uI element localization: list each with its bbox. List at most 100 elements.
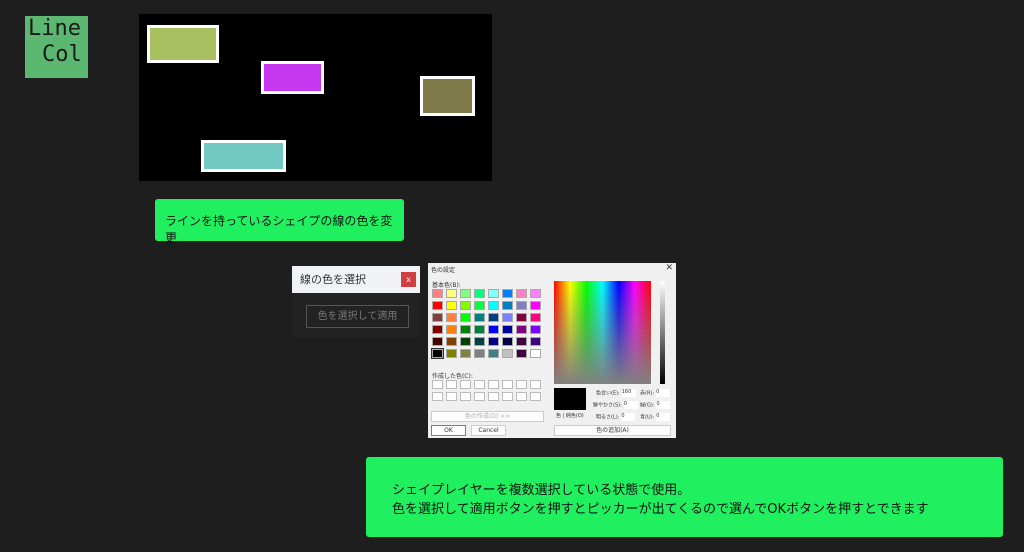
basic-color-swatch[interactable] bbox=[432, 325, 443, 334]
custom-color-swatch[interactable] bbox=[502, 380, 513, 389]
close-icon[interactable]: ✕ bbox=[665, 263, 673, 273]
basic-color-swatch[interactable] bbox=[446, 289, 457, 298]
blue-input[interactable]: 0 bbox=[656, 413, 671, 421]
custom-color-swatch[interactable] bbox=[516, 392, 527, 401]
basic-color-swatch[interactable] bbox=[516, 325, 527, 334]
basic-color-swatch[interactable] bbox=[474, 301, 485, 310]
custom-color-swatch[interactable] bbox=[446, 380, 457, 389]
green-label: 緑(G): bbox=[640, 402, 655, 409]
basic-color-swatch[interactable] bbox=[431, 348, 444, 359]
luminance-slider[interactable] bbox=[660, 281, 665, 384]
basic-color-swatch[interactable] bbox=[530, 337, 541, 346]
shape-2[interactable] bbox=[261, 61, 324, 94]
custom-colors-label: 作成した色(C): bbox=[432, 373, 473, 380]
basic-color-swatch[interactable] bbox=[502, 325, 513, 334]
custom-color-swatch[interactable] bbox=[488, 392, 499, 401]
basic-color-swatch[interactable] bbox=[488, 337, 499, 346]
custom-color-swatch[interactable] bbox=[502, 392, 513, 401]
line-color-panel: 線の色を選択 x 色を選択して適用 bbox=[292, 266, 420, 338]
color-preview bbox=[554, 388, 586, 410]
caption-2-line2: 色を選択して適用ボタンを押すとピッカーが出てくるので選んでOKボタンを押すとでき… bbox=[392, 502, 929, 517]
red-label: 赤(R): bbox=[640, 390, 655, 397]
basic-color-swatch[interactable] bbox=[502, 289, 513, 298]
basic-color-swatch[interactable] bbox=[530, 301, 541, 310]
basic-color-swatch[interactable] bbox=[460, 337, 471, 346]
basic-color-swatch[interactable] bbox=[530, 325, 541, 334]
basic-color-swatch[interactable] bbox=[488, 313, 499, 322]
basic-color-swatch[interactable] bbox=[432, 337, 443, 346]
basic-color-swatch[interactable] bbox=[460, 349, 471, 358]
lum-label: 明るさ(L): bbox=[596, 414, 620, 421]
dialog-title: 色の設定 bbox=[431, 267, 456, 274]
basic-color-swatch[interactable] bbox=[460, 301, 471, 310]
basic-color-swatch[interactable] bbox=[502, 301, 513, 310]
shape-1[interactable] bbox=[147, 25, 219, 63]
green-input[interactable]: 0 bbox=[656, 401, 671, 409]
basic-color-swatch[interactable] bbox=[488, 301, 499, 310]
basic-color-swatch[interactable] bbox=[474, 349, 485, 358]
basic-color-swatch[interactable] bbox=[530, 313, 541, 322]
custom-color-swatch[interactable] bbox=[530, 380, 541, 389]
solid-label: 色 | 純色(O) bbox=[556, 413, 584, 419]
logo-line1: Line bbox=[28, 16, 81, 41]
caption-2-line1: シェイプレイヤーを複数選択している状態で使用。 bbox=[392, 483, 691, 498]
basic-color-swatch[interactable] bbox=[474, 337, 485, 346]
basic-color-swatch[interactable] bbox=[516, 301, 527, 310]
basic-color-swatch[interactable] bbox=[516, 313, 527, 322]
add-custom-color-button[interactable]: 色の追加(A) bbox=[554, 425, 671, 436]
hue-input[interactable]: 160 bbox=[621, 389, 636, 397]
logo: Line Col bbox=[25, 16, 88, 78]
custom-color-swatch[interactable] bbox=[432, 392, 443, 401]
basic-color-swatch[interactable] bbox=[516, 289, 527, 298]
shape-3[interactable] bbox=[420, 76, 475, 116]
basic-color-swatch[interactable] bbox=[460, 325, 471, 334]
basic-color-swatch[interactable] bbox=[502, 337, 513, 346]
basic-color-swatch[interactable] bbox=[460, 313, 471, 322]
custom-color-swatch[interactable] bbox=[474, 380, 485, 389]
basic-color-swatch[interactable] bbox=[446, 325, 457, 334]
close-button[interactable]: x bbox=[401, 272, 416, 287]
basic-color-swatch[interactable] bbox=[474, 289, 485, 298]
blue-label: 青(U): bbox=[640, 414, 655, 421]
basic-color-swatch[interactable] bbox=[530, 349, 541, 358]
basic-color-swatch[interactable] bbox=[446, 301, 457, 310]
basic-color-swatch[interactable] bbox=[432, 289, 443, 298]
custom-color-swatch[interactable] bbox=[432, 380, 443, 389]
define-colors-button[interactable]: 色の作成(D) >> bbox=[431, 411, 544, 422]
ok-button[interactable]: OK bbox=[431, 425, 466, 436]
basic-color-swatch[interactable] bbox=[516, 349, 527, 358]
color-dialog: 色の設定 ✕ 基本色(B): 作成した色(C): 色の作成(D) >> OK C… bbox=[428, 263, 676, 438]
basic-color-swatch[interactable] bbox=[474, 325, 485, 334]
red-input[interactable]: 0 bbox=[656, 389, 671, 397]
basic-color-swatch[interactable] bbox=[432, 313, 443, 322]
custom-color-swatch[interactable] bbox=[488, 380, 499, 389]
shape-4[interactable] bbox=[201, 140, 286, 172]
sat-input[interactable]: 0 bbox=[623, 401, 638, 409]
basic-color-swatch[interactable] bbox=[432, 301, 443, 310]
basic-color-swatch[interactable] bbox=[488, 349, 499, 358]
custom-color-swatch[interactable] bbox=[460, 392, 471, 401]
basic-color-swatch[interactable] bbox=[516, 337, 527, 346]
select-apply-button[interactable]: 色を選択して適用 bbox=[306, 305, 409, 328]
custom-color-swatch[interactable] bbox=[530, 392, 541, 401]
basic-color-swatch[interactable] bbox=[446, 337, 457, 346]
cancel-button[interactable]: Cancel bbox=[471, 425, 506, 436]
basic-color-swatch[interactable] bbox=[488, 289, 499, 298]
composition-preview bbox=[139, 14, 492, 181]
custom-color-swatch[interactable] bbox=[446, 392, 457, 401]
caption-2: シェイプレイヤーを複数選択している状態で使用。色を選択して適用ボタンを押すとピッ… bbox=[366, 457, 1003, 537]
basic-color-swatch[interactable] bbox=[460, 289, 471, 298]
custom-color-swatch[interactable] bbox=[460, 380, 471, 389]
basic-color-swatch[interactable] bbox=[502, 313, 513, 322]
logo-line2: Col bbox=[42, 42, 82, 67]
basic-color-swatch[interactable] bbox=[502, 349, 513, 358]
custom-color-swatch[interactable] bbox=[474, 392, 485, 401]
basic-color-swatch[interactable] bbox=[488, 325, 499, 334]
basic-color-swatch[interactable] bbox=[474, 313, 485, 322]
basic-color-swatch[interactable] bbox=[446, 349, 457, 358]
basic-color-swatch[interactable] bbox=[446, 313, 457, 322]
basic-color-swatch[interactable] bbox=[530, 289, 541, 298]
lum-input[interactable]: 0 bbox=[621, 413, 636, 421]
color-spectrum[interactable] bbox=[554, 281, 651, 384]
custom-color-swatch[interactable] bbox=[516, 380, 527, 389]
